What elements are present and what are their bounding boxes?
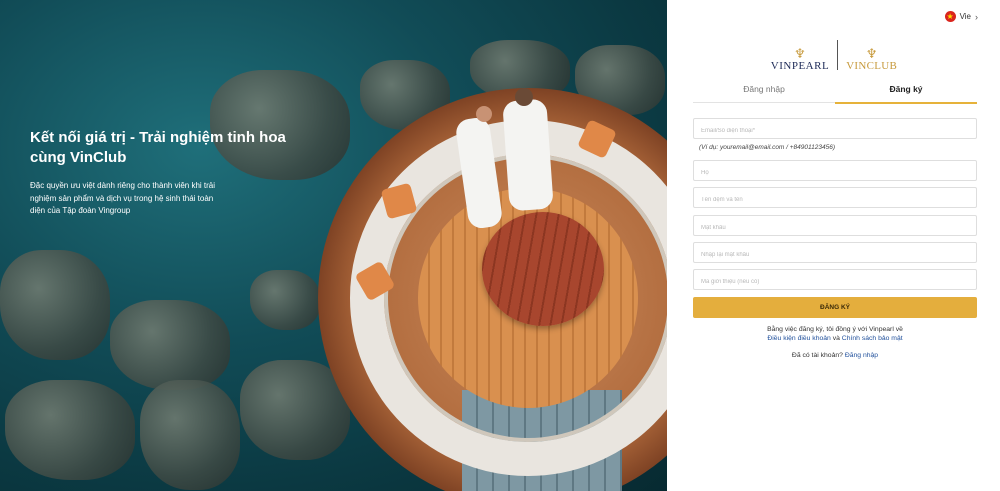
rock — [0, 250, 110, 360]
email-phone-field[interactable] — [693, 118, 977, 141]
last-name-field[interactable] — [693, 160, 977, 183]
vinclub-bird-icon: ♆ — [865, 46, 878, 61]
rock — [110, 300, 230, 390]
terms-prefix: Bằng việc đăng ký, tôi đồng ý với Vinpea… — [767, 326, 903, 333]
person-head — [476, 106, 492, 122]
password-field[interactable] — [693, 215, 977, 238]
first-name-field[interactable] — [693, 187, 977, 210]
referral-code-field[interactable] — [693, 269, 977, 292]
language-label: Vie — [959, 12, 971, 21]
rock — [5, 380, 135, 480]
vietnam-flag-icon: ★ — [944, 11, 956, 22]
vinclub-logo: ♆ VINCLUB — [846, 47, 897, 72]
register-panel: ★ Vie › ♆ VINPEARL ♆ VINCLUB Đăng nhập Đ… — [667, 0, 1000, 491]
privacy-policy-link[interactable]: Chính sách bảo mật — [842, 335, 903, 342]
terms-link[interactable]: Điều kiện điều khoản — [767, 335, 830, 342]
terms-notice: Bằng việc đăng ký, tôi đồng ý với Vinpea… — [693, 325, 977, 343]
email-phone-input[interactable] — [694, 121, 976, 141]
tab-login[interactable]: Đăng nhập — [693, 80, 835, 102]
vinclub-logo-text: VINCLUB — [846, 60, 898, 72]
confirm-password-input[interactable] — [694, 245, 976, 265]
person-head — [515, 88, 533, 106]
first-name-input[interactable] — [694, 190, 976, 210]
brand-logos: ♆ VINPEARL ♆ VINCLUB — [759, 38, 909, 72]
logo-divider — [837, 40, 839, 70]
rock — [250, 270, 320, 330]
round-table — [482, 212, 604, 326]
vinpearl-bird-icon: ♆ — [794, 46, 806, 61]
login-prompt: Đã có tài khoản? Đăng nhập — [693, 352, 977, 359]
hero-title: Kết nối giá trị - Trải nghiệm tinh hoa c… — [30, 129, 286, 166]
login-prompt-text: Đã có tài khoản? — [791, 352, 845, 359]
referral-code-input[interactable] — [694, 272, 976, 292]
email-phone-hint: (Ví dụ: youremail@email.com / +849011234… — [699, 144, 836, 151]
last-name-input[interactable] — [694, 163, 976, 183]
hero-image: Kết nối giá trị - Trải nghiệm tinh hoa c… — [0, 0, 667, 491]
password-input[interactable] — [694, 218, 976, 238]
confirm-password-field[interactable] — [693, 242, 977, 265]
auth-tabs: Đăng nhập Đăng ký — [693, 80, 977, 104]
hero-description: Đặc quyền ưu việt dành riêng cho thành v… — [30, 181, 216, 215]
chevron-right-icon: › — [975, 11, 978, 22]
rock — [140, 380, 240, 490]
language-selector[interactable]: ★ Vie › — [944, 11, 978, 22]
vinpearl-logo: ♆ VINPEARL — [771, 47, 829, 72]
person-man — [502, 98, 554, 212]
tab-register[interactable]: Đăng ký — [835, 80, 977, 104]
terms-and: và — [830, 335, 842, 342]
hero-text: Kết nối giá trị - Trải nghiệm tinh hoa c… — [30, 128, 320, 218]
vinpearl-logo-text: VINPEARL — [770, 60, 830, 72]
register-button[interactable]: ĐĂNG KÝ — [693, 297, 977, 318]
login-link[interactable]: Đăng nhập — [845, 352, 878, 359]
